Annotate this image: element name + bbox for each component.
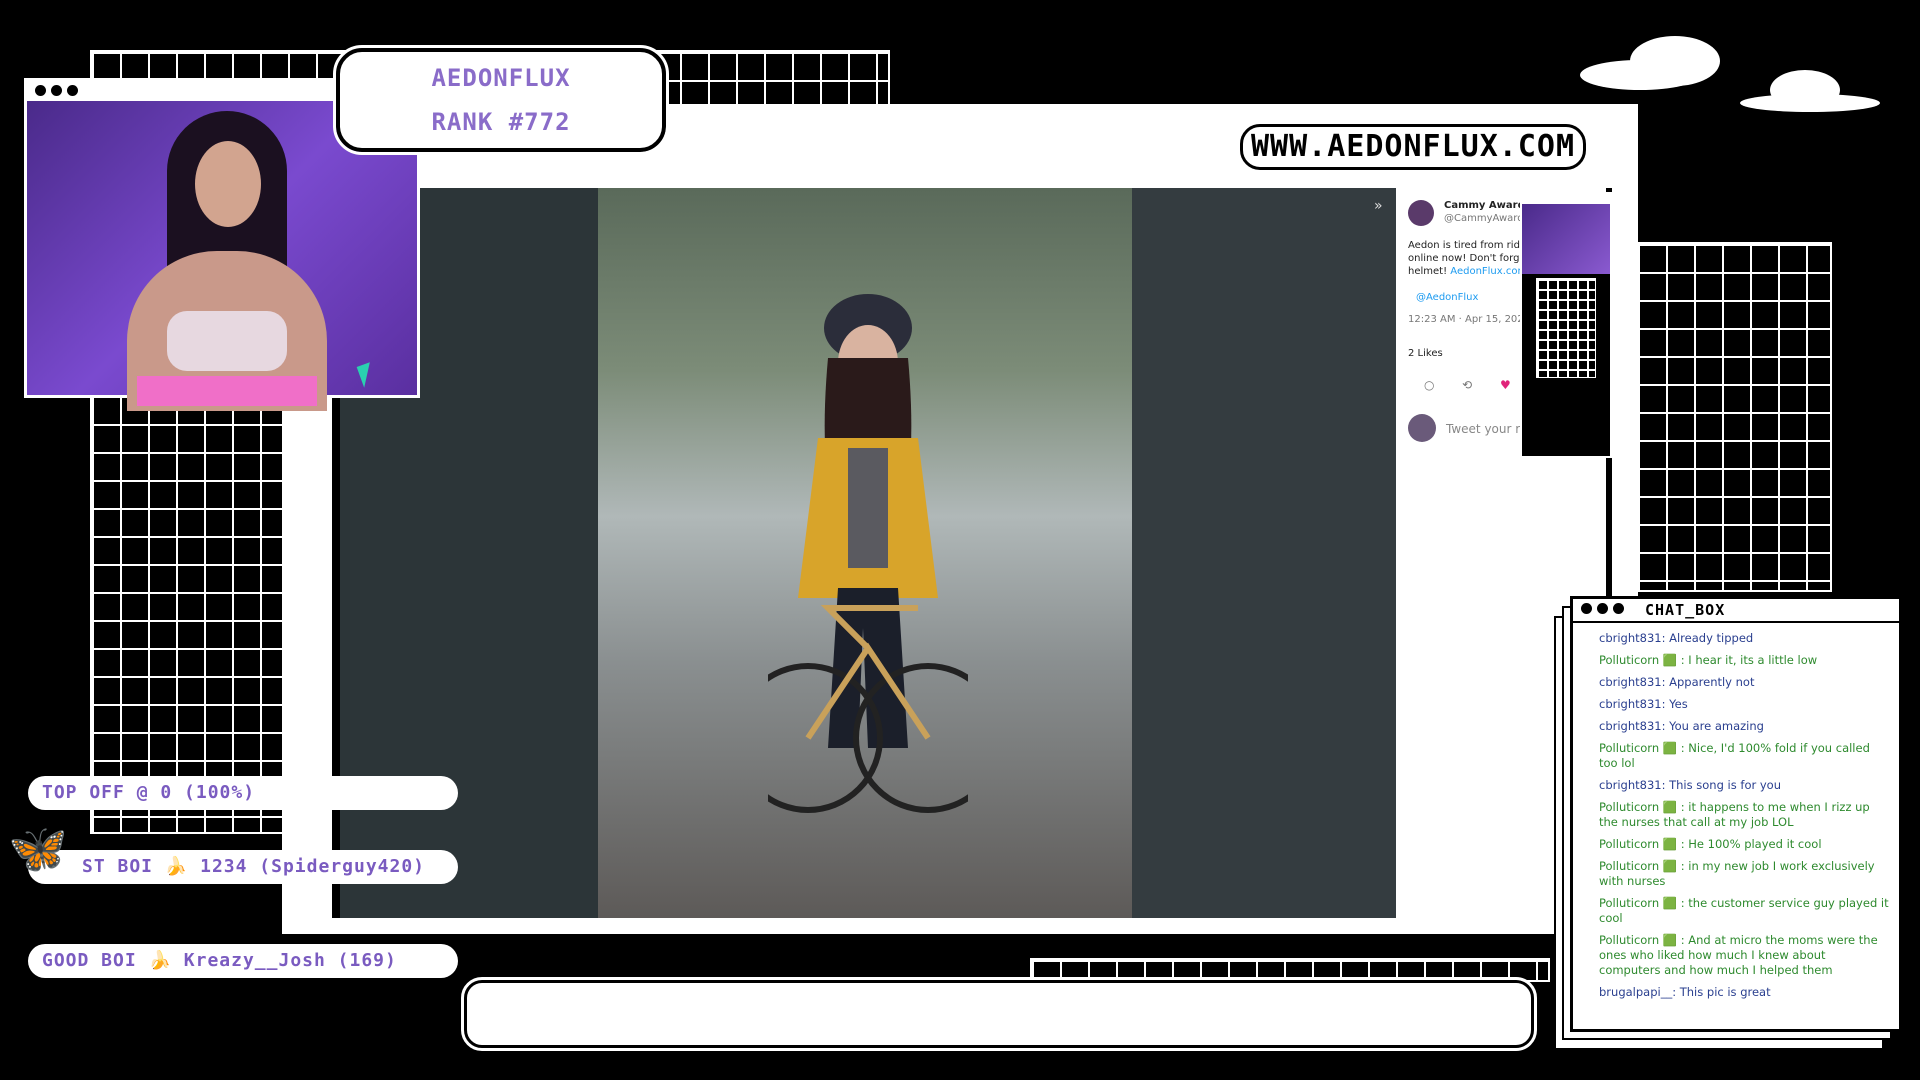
window-dot-icon[interactable] bbox=[67, 85, 78, 96]
chat-username[interactable]: cbright831 bbox=[1599, 697, 1662, 711]
best-boi-stat: ST BOI 🍌 1234 (Spiderguy420) bbox=[28, 850, 458, 884]
tweet-link[interactable]: AedonFlux.com bbox=[1450, 266, 1527, 277]
chat-message: cbright831: Apparently not bbox=[1599, 675, 1889, 690]
chat-text: : Apparently not bbox=[1661, 675, 1755, 689]
photo-bike-rider bbox=[598, 188, 1132, 918]
chat-messages: cbright831: Already tipped Polluticorn 🟩 … bbox=[1573, 623, 1899, 1000]
chat-message: cbright831: Yes bbox=[1599, 697, 1889, 712]
chat-text: : This song is for you bbox=[1661, 778, 1781, 792]
streamer-badge: AEDONFLUX RANK #772 bbox=[333, 45, 669, 155]
tweet-account-name[interactable]: Cammy Awards bbox=[1444, 200, 1531, 211]
top-off-stat: TOP OFF @ 0 (100%) bbox=[28, 776, 458, 810]
mini-stream-preview bbox=[1520, 192, 1612, 458]
cyclist-figure bbox=[768, 294, 968, 813]
tweet-timestamp: 12:23 AM · Apr 15, 2023 · bbox=[1408, 314, 1537, 325]
window-dot-icon[interactable] bbox=[1581, 603, 1592, 614]
expand-icon[interactable]: » bbox=[1374, 198, 1383, 214]
retweet-icon[interactable]: ⟲ bbox=[1462, 378, 1472, 392]
tweet-mention[interactable]: @AedonFlux bbox=[1416, 292, 1478, 303]
chat-username[interactable]: Polluticorn 🟩 bbox=[1599, 741, 1677, 755]
cloud-decoration bbox=[1580, 30, 1880, 112]
window-dot-icon[interactable] bbox=[35, 85, 46, 96]
window-dot-icon[interactable] bbox=[1613, 603, 1624, 614]
chat-message: Polluticorn 🟩 : it happens to me when I … bbox=[1599, 800, 1889, 830]
chat-text: : Yes bbox=[1661, 697, 1688, 711]
streamer-rank: RANK #772 bbox=[431, 108, 571, 136]
chat-username[interactable]: Polluticorn 🟩 bbox=[1599, 859, 1677, 873]
chat-message: cbright831: This song is for you bbox=[1599, 778, 1889, 793]
tweet-text-1: Aedon is tired from ridi bbox=[1408, 240, 1523, 251]
chat-username[interactable]: cbright831 bbox=[1599, 719, 1662, 733]
chat-message: cbright831: Already tipped bbox=[1599, 631, 1889, 646]
like-icon[interactable]: ♥ bbox=[1500, 378, 1511, 392]
chat-titlebar: CHAT_BOX bbox=[1573, 599, 1899, 623]
chat-username[interactable]: Polluticorn 🟩 bbox=[1599, 653, 1677, 667]
streamer-name: AEDONFLUX bbox=[431, 64, 571, 92]
chat-message: Polluticorn 🟩 : in my new job I work exc… bbox=[1599, 859, 1889, 889]
chat-username[interactable]: Polluticorn 🟩 bbox=[1599, 933, 1677, 947]
bottom-text-box bbox=[461, 977, 1537, 1051]
grid-decoration-right bbox=[1636, 242, 1832, 592]
browser-dim-panel bbox=[1132, 188, 1396, 918]
grid-decoration-bottom bbox=[1030, 958, 1550, 982]
chat-username[interactable]: cbright831 bbox=[1599, 675, 1662, 689]
chat-username[interactable]: Polluticorn 🟩 bbox=[1599, 800, 1677, 814]
chat-username[interactable]: Polluticorn 🟩 bbox=[1599, 896, 1677, 910]
chat-text: : He 100% played it cool bbox=[1677, 837, 1822, 851]
chat-message: cbright831: You are amazing bbox=[1599, 719, 1889, 734]
tweet-likes: 2 Likes bbox=[1408, 348, 1443, 359]
chat-text: : This pic is great bbox=[1672, 985, 1771, 999]
grid-decoration-left bbox=[90, 394, 286, 834]
chat-text: : I hear it, its a little low bbox=[1677, 653, 1818, 667]
chat-message: Polluticorn 🟩 : the customer service guy… bbox=[1599, 896, 1889, 926]
chat-username[interactable]: cbright831 bbox=[1599, 631, 1662, 645]
chat-text: : You are amazing bbox=[1661, 719, 1764, 733]
avatar bbox=[1408, 200, 1434, 226]
good-boi-stat: GOOD BOI 🍌 Kreazy__Josh (169) bbox=[28, 944, 458, 978]
tweet-text-3: helmet! AedonFlux.com bbox=[1408, 266, 1528, 277]
chat-message: Polluticorn 🟩 : And at micro the moms we… bbox=[1599, 933, 1889, 978]
butterfly-icon: 🦋 bbox=[8, 821, 68, 877]
tweet-text-2: online now! Don't forge bbox=[1408, 253, 1526, 264]
reply-input[interactable]: Tweet your r bbox=[1446, 422, 1520, 436]
site-url[interactable]: WWW.AEDONFLUX.COM bbox=[1240, 124, 1586, 170]
chat-text: : Already tipped bbox=[1661, 631, 1754, 645]
chat-box: CHAT_BOX cbright831: Already tipped Pollu… bbox=[1570, 596, 1902, 1032]
chat-username[interactable]: brugalpapi__ bbox=[1599, 985, 1672, 999]
chat-message: Polluticorn 🟩 : I hear it, its a little … bbox=[1599, 653, 1889, 668]
chat-username[interactable]: cbright831 bbox=[1599, 778, 1662, 792]
chat-message: brugalpapi__: This pic is great bbox=[1599, 985, 1889, 1000]
chat-username[interactable]: Polluticorn 🟩 bbox=[1599, 837, 1677, 851]
window-dot-icon[interactable] bbox=[51, 85, 62, 96]
reply-icon[interactable]: ○ bbox=[1424, 378, 1434, 392]
reply-avatar bbox=[1408, 414, 1436, 442]
window-dot-icon[interactable] bbox=[1597, 603, 1608, 614]
chat-message: Polluticorn 🟩 : Nice, I'd 100% fold if y… bbox=[1599, 741, 1889, 771]
tweet-account-handle: @CammyAwards bbox=[1444, 213, 1529, 224]
chat-message: Polluticorn 🟩 : He 100% played it cool bbox=[1599, 837, 1889, 852]
chat-title: CHAT_BOX bbox=[1645, 601, 1726, 619]
